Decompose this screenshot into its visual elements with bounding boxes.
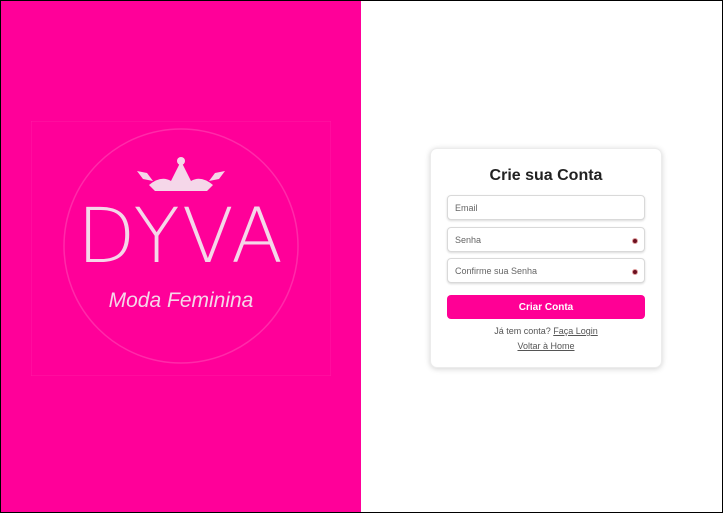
login-prompt-line: Já tem conta? Faça Login — [431, 325, 661, 337]
confirm-password-input[interactable] — [448, 259, 644, 282]
eye-icon[interactable] — [632, 269, 638, 275]
password-field — [447, 227, 645, 252]
create-account-button[interactable]: Criar Conta — [447, 295, 645, 319]
form-panel: Crie sua Conta Criar Conta Já tem conta?… — [361, 1, 722, 512]
email-field — [447, 195, 645, 220]
brand-panel: DYVA Moda Feminina — [1, 1, 361, 512]
signup-card: Crie sua Conta Criar Conta Já tem conta?… — [430, 148, 662, 368]
brand-name: DYVA — [77, 191, 285, 280]
brand-logo: DYVA Moda Feminina — [31, 121, 331, 376]
signup-title: Crie sua Conta — [489, 167, 603, 184]
password-input[interactable] — [448, 228, 644, 251]
login-link[interactable]: Faça Login — [553, 326, 598, 336]
confirm-password-field — [447, 258, 645, 283]
brand-tagline: Moda Feminina — [108, 289, 254, 312]
email-input[interactable] — [448, 196, 644, 219]
home-link[interactable]: Voltar à Home — [431, 340, 661, 352]
login-prompt: Já tem conta? — [494, 326, 551, 336]
eye-icon[interactable] — [632, 238, 638, 244]
